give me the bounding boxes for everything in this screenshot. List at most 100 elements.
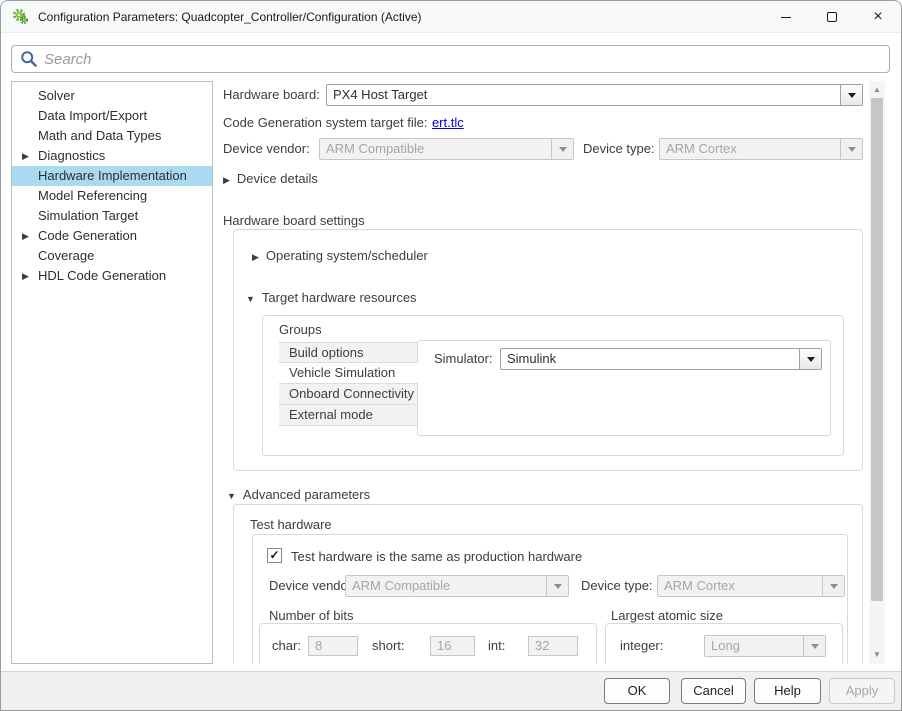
device-details-label: Device details bbox=[237, 171, 318, 186]
sidebar-item-label: Model Referencing bbox=[38, 186, 147, 206]
sidebar-item-code-generation[interactable]: ▶ Code Generation bbox=[12, 226, 212, 246]
scroll-down-icon[interactable]: ▼ bbox=[869, 648, 885, 662]
short-field: 16 bbox=[430, 636, 475, 656]
sidebar-tree: Solver Data Import/Export Math and Data … bbox=[11, 81, 213, 664]
dropdown-button[interactable] bbox=[840, 85, 862, 105]
group-tab-external-mode[interactable]: External mode bbox=[279, 405, 417, 426]
device-type-select: ARM Cortex bbox=[659, 138, 863, 160]
chevron-down-icon bbox=[807, 357, 815, 362]
window-title: Configuration Parameters: Quadcopter_Con… bbox=[38, 10, 422, 24]
chevron-right-icon[interactable]: ▶ bbox=[22, 146, 29, 166]
simulink-gear-icon bbox=[12, 8, 29, 25]
groups-box: Groups Simulator: Simulink Build options… bbox=[262, 315, 844, 456]
cancel-button[interactable]: Cancel bbox=[681, 678, 746, 704]
groups-title: Groups bbox=[279, 322, 322, 337]
number-of-bits-title: Number of bits bbox=[269, 608, 354, 623]
device-vendor-value: ARM Compatible bbox=[320, 139, 551, 159]
sidebar-item-label: Code Generation bbox=[38, 226, 137, 246]
sidebar-item-label: Coverage bbox=[38, 246, 94, 266]
title-bar: Configuration Parameters: Quadcopter_Con… bbox=[1, 1, 901, 33]
sidebar-item-diagnostics[interactable]: ▶ Diagnostics bbox=[12, 146, 212, 166]
device-type-label: Device type: bbox=[581, 578, 653, 593]
vertical-scrollbar[interactable]: ▲ ▼ bbox=[869, 81, 885, 664]
hardware-board-label: Hardware board: bbox=[223, 87, 320, 102]
hardware-board-select[interactable]: PX4 Host Target bbox=[326, 84, 863, 106]
sidebar-item-simulation-target[interactable]: Simulation Target bbox=[12, 206, 212, 226]
chevron-right-icon[interactable]: ▶ bbox=[22, 226, 29, 246]
footer-bar: OK Cancel Help Apply bbox=[1, 671, 901, 710]
sidebar-item-coverage[interactable]: Coverage bbox=[12, 246, 212, 266]
sidebar-item-label: Data Import/Export bbox=[38, 106, 147, 126]
chevron-down-icon: ▼ bbox=[227, 491, 236, 501]
hardware-board-settings-title: Hardware board settings bbox=[223, 213, 365, 228]
maximize-icon bbox=[827, 12, 837, 22]
group-tab-onboard-connectivity[interactable]: Onboard Connectivity bbox=[279, 384, 417, 405]
hardware-board-settings-box: ▶Operating system/scheduler ▼ Target hard… bbox=[233, 229, 863, 471]
device-vendor-select: ARM Compatible bbox=[345, 575, 569, 597]
sidebar-item-label: Hardware Implementation bbox=[38, 166, 187, 186]
device-vendor-value: ARM Compatible bbox=[346, 576, 546, 596]
target-hardware-resources-label: Target hardware resources bbox=[262, 290, 417, 305]
dropdown-button bbox=[803, 636, 825, 656]
help-button[interactable]: Help bbox=[754, 678, 821, 704]
number-of-bits-box: char: 8 short: 16 int: 32 bbox=[259, 623, 597, 664]
dropdown-button bbox=[822, 576, 844, 596]
chevron-down-icon: ▼ bbox=[246, 294, 255, 304]
device-vendor-label: Device vendor: bbox=[269, 578, 356, 593]
dropdown-button[interactable] bbox=[799, 349, 821, 369]
target-hardware-resources-toggle[interactable]: ▼ Target hardware resources bbox=[246, 290, 417, 305]
simulator-select[interactable]: Simulink bbox=[500, 348, 822, 370]
sidebar-item-label: Solver bbox=[38, 86, 75, 106]
close-icon: × bbox=[873, 9, 882, 25]
minimize-button[interactable] bbox=[763, 1, 809, 33]
sidebar-item-data-import-export[interactable]: Data Import/Export bbox=[12, 106, 212, 126]
int-label: int: bbox=[488, 638, 505, 653]
dropdown-button bbox=[840, 139, 862, 159]
sidebar-item-model-referencing[interactable]: Model Referencing bbox=[12, 186, 212, 206]
simulator-value: Simulink bbox=[501, 349, 799, 369]
integer-select: Long bbox=[704, 635, 826, 657]
device-vendor-select: ARM Compatible bbox=[319, 138, 574, 160]
chevron-down-icon bbox=[848, 93, 856, 98]
char-label: char: bbox=[272, 638, 301, 653]
largest-atomic-size-box: integer: Long bbox=[605, 623, 843, 664]
sidebar-item-hardware-implementation[interactable]: Hardware Implementation bbox=[12, 166, 212, 186]
int-field: 32 bbox=[528, 636, 578, 656]
char-field: 8 bbox=[308, 636, 358, 656]
device-vendor-label: Device vendor: bbox=[223, 141, 310, 156]
sidebar-item-hdl-code-generation[interactable]: ▶ HDL Code Generation bbox=[12, 266, 212, 286]
chevron-down-icon bbox=[811, 644, 819, 649]
dropdown-button bbox=[551, 139, 573, 159]
close-button[interactable]: × bbox=[855, 1, 901, 33]
chevron-right-icon[interactable]: ▶ bbox=[22, 266, 29, 286]
chevron-right-icon: ▶ bbox=[252, 252, 259, 262]
scrollbar-thumb[interactable] bbox=[871, 98, 883, 601]
device-type-value: ARM Cortex bbox=[660, 139, 840, 159]
scroll-up-icon[interactable]: ▲ bbox=[869, 83, 885, 97]
short-label: short: bbox=[372, 638, 405, 653]
device-details-toggle[interactable]: ▶Device details bbox=[223, 171, 318, 186]
target-file-link[interactable]: ert.tlc bbox=[432, 115, 464, 130]
group-tab-vehicle-simulation[interactable]: Vehicle Simulation bbox=[279, 363, 418, 384]
advanced-parameters-toggle[interactable]: ▼Advanced parameters bbox=[227, 487, 370, 502]
ok-button[interactable]: OK bbox=[604, 678, 670, 704]
test-hardware-box: ✓ Test hardware is the same as productio… bbox=[252, 534, 848, 664]
maximize-button[interactable] bbox=[809, 1, 855, 33]
integer-label: integer: bbox=[620, 638, 663, 653]
simulator-label: Simulator: bbox=[434, 351, 493, 366]
search-icon bbox=[20, 50, 38, 68]
test-hardware-title: Test hardware bbox=[250, 517, 332, 532]
search-input[interactable] bbox=[44, 47, 889, 71]
sidebar-item-math-and-data-types[interactable]: Math and Data Types bbox=[12, 126, 212, 146]
advanced-parameters-box: Test hardware ✓ Test hardware is the sam… bbox=[233, 504, 863, 664]
chevron-down-icon bbox=[554, 584, 562, 589]
largest-atomic-size-title: Largest atomic size bbox=[611, 608, 723, 623]
chevron-down-icon bbox=[848, 147, 856, 152]
sidebar-item-solver[interactable]: Solver bbox=[12, 86, 212, 106]
group-tab-build-options[interactable]: Build options bbox=[279, 342, 417, 363]
apply-button[interactable]: Apply bbox=[829, 678, 895, 704]
device-type-label: Device type: bbox=[583, 141, 655, 156]
test-hardware-checkbox[interactable]: ✓ bbox=[267, 548, 282, 563]
test-hardware-checkbox-label: Test hardware is the same as production … bbox=[291, 549, 582, 564]
os-scheduler-toggle[interactable]: ▶Operating system/scheduler bbox=[252, 248, 428, 263]
